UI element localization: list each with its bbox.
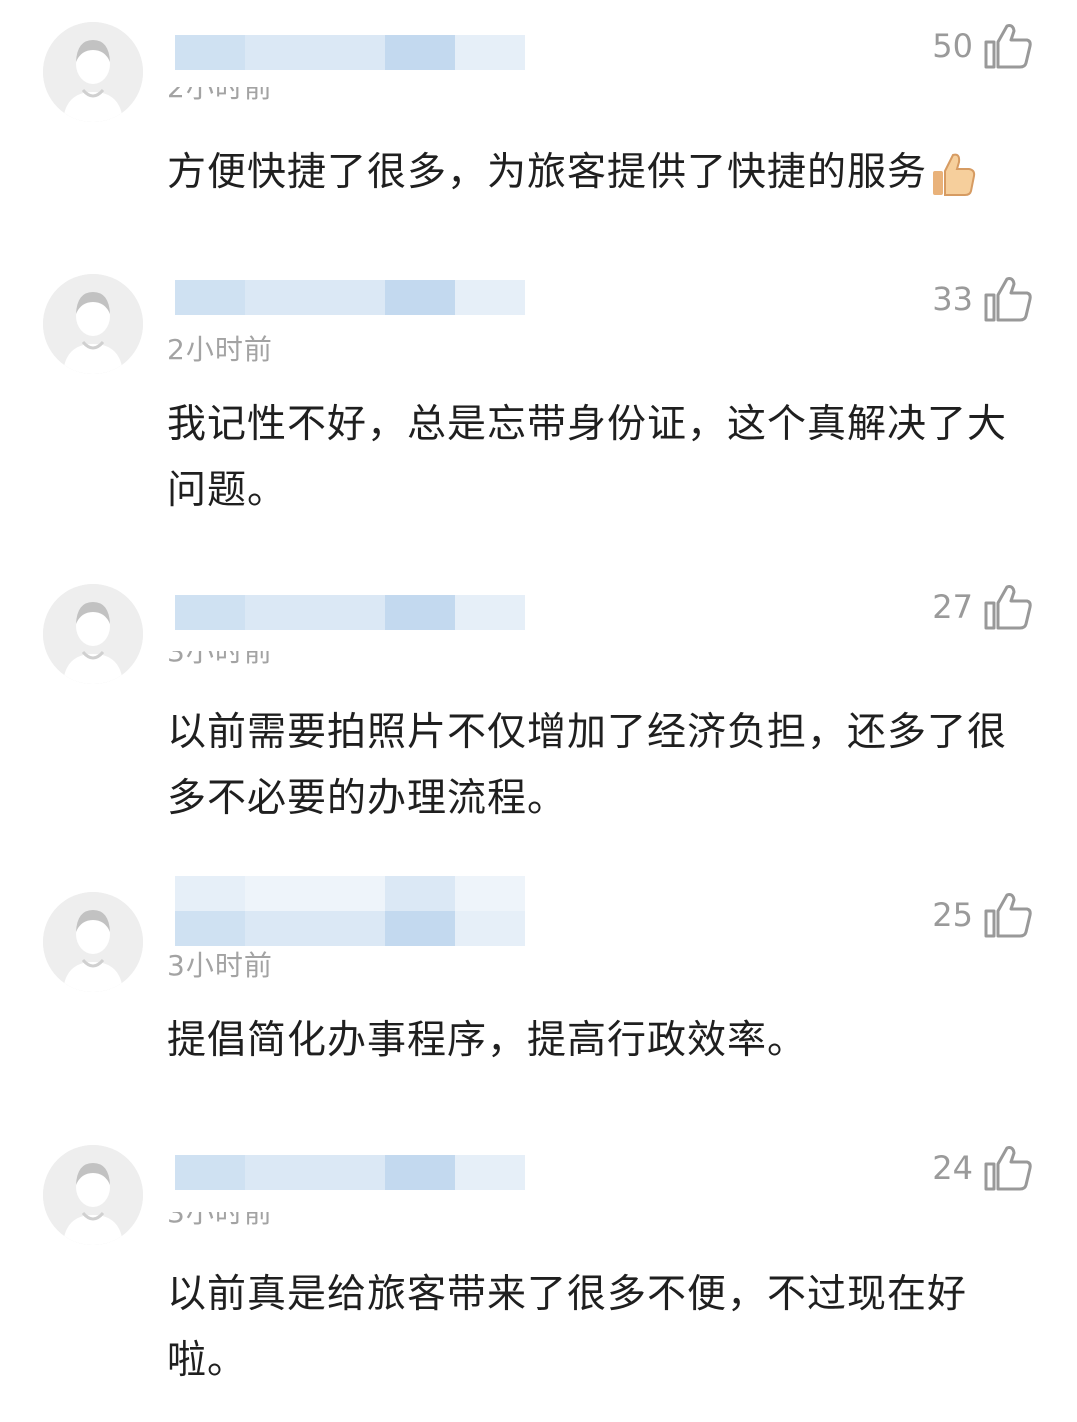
like-button[interactable]: 50 bbox=[913, 18, 1033, 74]
username-blurred[interactable] bbox=[175, 280, 525, 315]
username-blurred[interactable] bbox=[175, 35, 525, 70]
default-avatar-icon bbox=[43, 1145, 143, 1245]
comment-time: 3小时前 bbox=[167, 651, 273, 668]
default-avatar-icon bbox=[43, 584, 143, 684]
comment-text: 以前真是给旅客带来了很多不便，不过现在好啦。 bbox=[167, 1272, 968, 1383]
comment-text: 以前需要拍照片不仅增加了经济负担，还多了很多不必要的办理流程。 bbox=[167, 710, 1008, 821]
thumbs-up-emoji bbox=[933, 153, 976, 196]
comment-time: 3小时前 bbox=[167, 949, 273, 982]
like-button[interactable]: 24 bbox=[913, 1140, 1033, 1196]
thumbs-up-outline-icon bbox=[984, 585, 1032, 630]
avatar[interactable] bbox=[43, 584, 143, 684]
username-blurred[interactable] bbox=[175, 876, 525, 946]
default-avatar-icon bbox=[43, 892, 143, 992]
like-button[interactable]: 25 bbox=[913, 887, 1033, 943]
comment-text: 提倡简化办事程序，提高行政效率。 bbox=[167, 1018, 808, 1063]
default-avatar-icon bbox=[43, 274, 143, 374]
avatar[interactable] bbox=[43, 274, 143, 374]
comment-time: 2小时前 bbox=[167, 333, 273, 366]
comment-text: 方便快捷了很多，为旅客提供了快捷的服务 bbox=[167, 140, 1017, 206]
comment-time: 2小时前 bbox=[167, 87, 273, 104]
username-blurred[interactable] bbox=[175, 1155, 525, 1190]
like-count: 27 bbox=[932, 588, 973, 626]
comment-time: 3小时前 bbox=[167, 1212, 273, 1229]
like-button[interactable]: 27 bbox=[913, 579, 1033, 635]
like-count: 50 bbox=[932, 27, 973, 65]
avatar[interactable] bbox=[43, 22, 143, 122]
comment-text: 我记性不好，总是忘带身份证，这个真解决了大问题。 bbox=[167, 402, 1008, 513]
avatar[interactable] bbox=[43, 1145, 143, 1245]
thumbs-up-outline-icon bbox=[984, 24, 1032, 69]
like-count: 25 bbox=[932, 896, 973, 934]
thumbs-up-outline-icon bbox=[984, 277, 1032, 322]
thumbs-up-outline-icon bbox=[984, 1146, 1032, 1191]
avatar[interactable] bbox=[43, 892, 143, 992]
like-count: 33 bbox=[932, 280, 973, 318]
username-blurred[interactable] bbox=[175, 595, 525, 630]
like-count: 24 bbox=[932, 1149, 973, 1187]
thumbs-up-outline-icon bbox=[984, 893, 1032, 938]
default-avatar-icon bbox=[43, 22, 143, 122]
like-button[interactable]: 33 bbox=[913, 271, 1033, 327]
